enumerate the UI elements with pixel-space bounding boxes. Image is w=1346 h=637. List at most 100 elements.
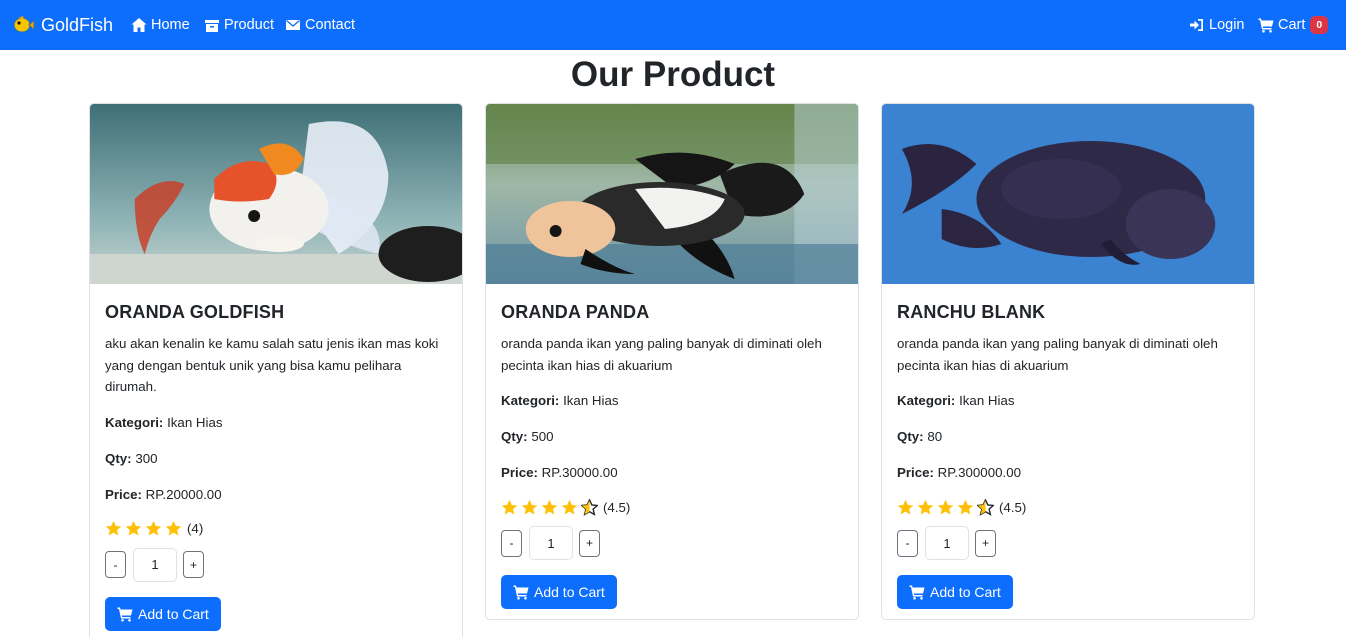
qty-value: 80	[927, 429, 943, 444]
star-icon	[541, 499, 558, 515]
product-price: Price: RP.20000.00	[105, 484, 447, 506]
cart-icon	[117, 607, 133, 622]
product-card-oranda-panda: ORANDA PANDA oranda panda ikan yang pali…	[485, 103, 859, 620]
kategori-value: Ikan Hias	[563, 393, 619, 408]
navbar: GoldFish Home Product Contact Login Cart…	[0, 0, 1346, 50]
cart-count-badge: 0	[1310, 16, 1329, 34]
product-description: oranda panda ikan yang paling banyak di …	[897, 336, 1218, 373]
kategori-value: Ikan Hias	[167, 414, 223, 430]
product-description: aku akan kenalin ke kamu salah satu jeni…	[105, 336, 439, 394]
add-to-cart-label: Add to Cart	[138, 605, 209, 622]
price-label: Price:	[105, 486, 142, 502]
add-to-cart-label: Add to Cart	[930, 584, 1001, 600]
star-icon	[501, 499, 518, 515]
star-half-icon	[581, 498, 598, 516]
price-label: Price:	[897, 465, 934, 480]
kategori-label: Kategori:	[897, 393, 956, 408]
kategori-value: Ikan Hias	[959, 393, 1015, 408]
star-icon	[917, 499, 934, 515]
quantity-input[interactable]: 1	[529, 526, 573, 560]
increase-quantity-button[interactable]: +	[183, 551, 204, 578]
price-label: Price:	[501, 465, 538, 480]
increase-quantity-button[interactable]: +	[975, 529, 996, 557]
product-image	[882, 104, 1254, 284]
increase-quantity-button[interactable]: +	[579, 529, 600, 557]
product-rating: (4.5)	[897, 496, 1239, 518]
product-rating: (4)	[105, 518, 447, 540]
cart-icon	[513, 585, 529, 600]
product-image	[90, 104, 462, 284]
decrease-quantity-button[interactable]: -	[105, 551, 126, 578]
product-card-oranda-goldfish: ORANDA GOLDFISH aku akan kenalin ke kamu…	[89, 103, 463, 637]
rating-count: (4.5)	[603, 499, 631, 515]
product-rating: (4.5)	[501, 496, 843, 518]
rating-stars	[501, 498, 601, 516]
nav-cart-link[interactable]: Cart 0	[1258, 15, 1329, 35]
home-icon	[131, 18, 147, 32]
rating-stars	[897, 498, 997, 516]
star-icon	[937, 499, 954, 515]
brand-name: GoldFish	[41, 14, 114, 35]
star-icon	[561, 499, 578, 515]
page-title: Our Product	[570, 55, 776, 94]
nav-home-label: Home	[151, 17, 190, 33]
product-qty: Qty: 300	[105, 448, 447, 470]
cart-icon	[909, 585, 925, 600]
product-image	[486, 104, 858, 284]
goldfish-logo-icon	[13, 16, 35, 33]
rating-stars	[105, 520, 185, 537]
star-half-icon	[977, 498, 994, 516]
envelope-icon	[286, 20, 300, 30]
product-description: oranda panda ikan yang paling banyak di …	[501, 336, 822, 373]
nav-product-label: Product	[224, 17, 274, 33]
nav-login-label: Login	[1209, 17, 1245, 33]
qty-label: Qty:	[501, 429, 528, 444]
star-icon	[125, 520, 142, 536]
oranda-panda-photo	[486, 104, 858, 284]
price-value: RP.20000.00	[145, 486, 222, 502]
decrease-quantity-button[interactable]: -	[897, 529, 918, 557]
product-qty: Qty: 80	[897, 426, 1239, 448]
product-name: ORANDA PANDA	[501, 302, 650, 322]
product-price: Price: RP.300000.00	[897, 462, 1239, 484]
kategori-label: Kategori:	[501, 393, 560, 408]
quantity-input[interactable]: 1	[925, 526, 969, 560]
decrease-quantity-button[interactable]: -	[501, 529, 522, 557]
nav-contact-label: Contact	[305, 17, 355, 33]
nav-cart-label: Cart	[1278, 17, 1306, 33]
product-kategori: Kategori: Ikan Hias	[897, 390, 1239, 412]
kategori-label: Kategori:	[105, 414, 164, 430]
qty-label: Qty:	[897, 429, 924, 444]
add-to-cart-label: Add to Cart	[534, 584, 605, 600]
star-icon	[165, 520, 182, 536]
quantity-stepper: - 1 +	[501, 526, 843, 560]
nav-product-link[interactable]: Product	[204, 15, 274, 35]
rating-count: (4.5)	[999, 499, 1027, 515]
nav-contact-link[interactable]: Contact	[285, 15, 355, 35]
brand-link[interactable]: GoldFish	[11, 10, 113, 40]
nav-home-link[interactable]: Home	[131, 15, 190, 35]
star-icon	[897, 499, 914, 515]
product-kategori: Kategori: Ikan Hias	[105, 412, 447, 434]
oranda-goldfish-photo	[90, 104, 462, 284]
add-to-cart-button[interactable]: Add to Cart	[105, 596, 221, 631]
price-value: RP.30000.00	[541, 465, 618, 480]
star-icon	[105, 520, 122, 536]
qty-value: 500	[531, 429, 554, 444]
product-card-ranchu-blank: RANCHU BLANK oranda panda ikan yang pali…	[881, 103, 1255, 620]
product-price: Price: RP.30000.00	[501, 462, 843, 484]
nav-login-link[interactable]: Login	[1189, 15, 1244, 35]
add-to-cart-button[interactable]: Add to Cart	[897, 575, 1013, 609]
qty-value: 300	[135, 450, 158, 466]
box-icon	[205, 20, 219, 32]
star-icon	[145, 520, 162, 536]
cart-icon	[1258, 18, 1274, 33]
product-name: ORANDA GOLDFISH	[105, 302, 285, 322]
product-qty: Qty: 500	[501, 426, 843, 448]
add-to-cart-button[interactable]: Add to Cart	[501, 575, 617, 609]
sign-in-icon	[1190, 19, 1203, 31]
rating-count: (4)	[187, 521, 204, 536]
star-icon	[957, 499, 974, 515]
quantity-input[interactable]: 1	[133, 547, 177, 582]
product-kategori: Kategori: Ikan Hias	[501, 390, 843, 412]
